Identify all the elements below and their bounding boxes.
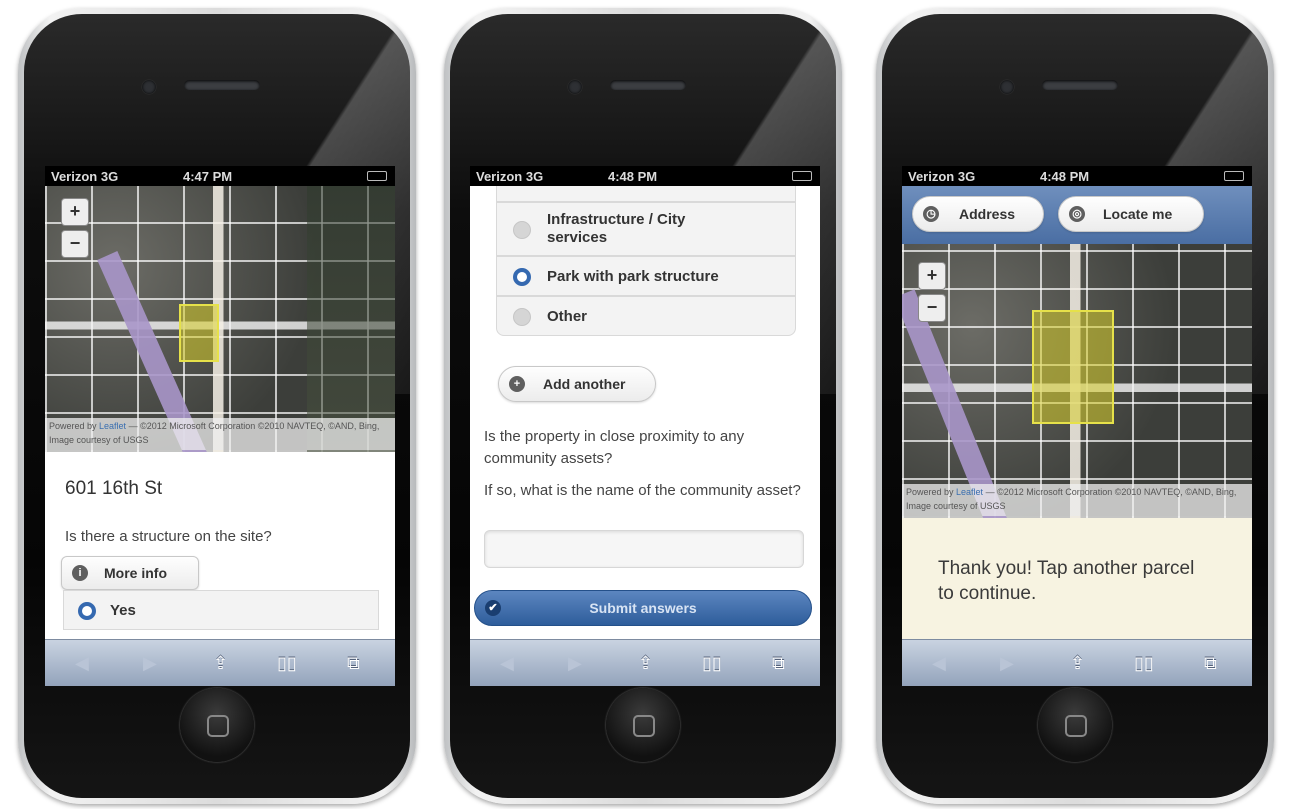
asset-name-input[interactable] (484, 530, 804, 568)
phone-body: Verizon 3G 4:48 PM ◷ Address ◎ Locate me… (882, 14, 1268, 798)
screen: Verizon 3G 4:48 PM ◷ Address ◎ Locate me… (902, 166, 1252, 686)
answer-yes-option[interactable]: Yes (63, 590, 379, 630)
leaflet-link[interactable]: Leaflet (956, 487, 983, 497)
check-circle-icon: ✔ (485, 600, 501, 616)
proximity-question: Is the property in close proximity to an… (484, 428, 745, 467)
browser-toolbar: ◀ ▶ ⇪ ▯▯ ⧉ (45, 639, 395, 686)
zoom-in-button[interactable]: + (918, 262, 946, 290)
option-other[interactable]: Other (496, 296, 796, 336)
map-header-bar: ◷ Address ◎ Locate me (902, 186, 1252, 244)
clock: 4:48 PM (608, 169, 658, 184)
zoom-out-button[interactable]: − (61, 230, 89, 258)
carrier-label: Verizon 3G (476, 169, 544, 184)
bookmarks-icon[interactable]: ▯▯ (702, 653, 722, 674)
forward-icon[interactable]: ▶ (143, 653, 157, 674)
back-icon[interactable]: ◀ (500, 653, 514, 674)
selected-parcel[interactable] (1032, 310, 1114, 424)
target-icon: ◎ (1069, 206, 1085, 222)
bookmarks-icon[interactable]: ▯▯ (1134, 653, 1154, 674)
radio-unselected-icon (513, 308, 531, 326)
radio-unselected-icon (513, 221, 531, 239)
tabs-icon[interactable]: ⧉ (347, 653, 360, 674)
battery-icon (367, 171, 387, 181)
confirmation-panel: Thank you! Tap another parcel to continu… (902, 518, 1252, 640)
earpiece-speaker (1042, 80, 1118, 90)
locate-me-button[interactable]: ◎ Locate me (1058, 196, 1204, 232)
parcel-address: 601 16th St (65, 478, 163, 499)
earpiece-speaker (184, 80, 260, 90)
option-cut-off (496, 186, 796, 202)
home-button[interactable] (606, 688, 680, 762)
status-bar: Verizon 3G 4:48 PM (470, 166, 820, 186)
battery-icon (1224, 171, 1244, 181)
earpiece-speaker (610, 80, 686, 90)
screen: Verizon 3G 4:47 PM + − Powered by Leafle… (45, 166, 395, 686)
forward-icon[interactable]: ▶ (568, 653, 582, 674)
carrier-label: Verizon 3G (908, 169, 976, 184)
screen: Verizon 3G 4:48 PM Infrastructure / City… (470, 166, 820, 686)
clock-icon: ◷ (923, 206, 939, 222)
battery-icon (792, 171, 812, 181)
back-icon[interactable]: ◀ (932, 653, 946, 674)
confirmation-message: Thank you! Tap another parcel to continu… (938, 558, 1195, 604)
carrier-label: Verizon 3G (51, 169, 119, 184)
front-camera (142, 80, 156, 94)
share-icon[interactable]: ⇪ (638, 653, 653, 674)
phone-1: Verizon 3G 4:47 PM + − Powered by Leafle… (18, 8, 416, 804)
parcel-map[interactable]: + − Powered by Leaflet — ©2012 Microsoft… (902, 244, 1252, 518)
phone-2: Verizon 3G 4:48 PM Infrastructure / City… (444, 8, 842, 804)
phone-body: Verizon 3G 4:47 PM + − Powered by Leafle… (24, 14, 410, 798)
front-camera (568, 80, 582, 94)
clock: 4:48 PM (1040, 169, 1090, 184)
zoom-in-button[interactable]: + (61, 198, 89, 226)
home-button[interactable] (1038, 688, 1112, 762)
radio-selected-icon (78, 602, 96, 620)
phone-3: Verizon 3G 4:48 PM ◷ Address ◎ Locate me… (876, 8, 1274, 804)
status-bar: Verizon 3G 4:47 PM (45, 166, 395, 186)
zoom-out-button[interactable]: − (918, 294, 946, 322)
option-park[interactable]: Park with park structure (496, 256, 796, 296)
share-icon[interactable]: ⇪ (1070, 653, 1085, 674)
info-icon: i (72, 565, 88, 581)
status-bar: Verizon 3G 4:48 PM (902, 166, 1252, 186)
bookmarks-icon[interactable]: ▯▯ (277, 653, 297, 674)
leaflet-link[interactable]: Leaflet (99, 421, 126, 431)
water-area (307, 186, 395, 452)
add-another-button[interactable]: + Add another (498, 366, 656, 402)
tabs-icon[interactable]: ⧉ (1204, 653, 1217, 674)
selected-parcel[interactable] (179, 304, 219, 362)
browser-toolbar: ◀ ▶ ⇪ ▯▯ ⧉ (470, 639, 820, 686)
question-text: Is there a structure on the site? (65, 528, 272, 545)
plus-circle-icon: + (509, 376, 525, 392)
option-infrastructure[interactable]: Infrastructure / City services (496, 202, 796, 256)
more-info-button[interactable]: i More info (61, 556, 199, 590)
map-attribution: Powered by Leaflet — ©2012 Microsoft Cor… (902, 484, 1252, 516)
parcel-map[interactable]: + − Powered by Leaflet — ©2012 Microsoft… (45, 186, 395, 452)
tabs-icon[interactable]: ⧉ (772, 653, 785, 674)
forward-icon[interactable]: ▶ (1000, 653, 1014, 674)
home-button[interactable] (180, 688, 254, 762)
share-icon[interactable]: ⇪ (213, 653, 228, 674)
radio-selected-icon (513, 268, 531, 286)
address-button[interactable]: ◷ Address (912, 196, 1044, 232)
submit-answers-button[interactable]: ✔ Submit answers (474, 590, 812, 626)
phone-body: Verizon 3G 4:48 PM Infrastructure / City… (450, 14, 836, 798)
clock: 4:47 PM (183, 169, 233, 184)
map-attribution: Powered by Leaflet — ©2012 Microsoft Cor… (45, 418, 395, 450)
back-icon[interactable]: ◀ (75, 653, 89, 674)
asset-name-question: If so, what is the name of the community… (484, 482, 801, 499)
browser-toolbar: ◀ ▶ ⇪ ▯▯ ⧉ (902, 639, 1252, 686)
front-camera (1000, 80, 1014, 94)
